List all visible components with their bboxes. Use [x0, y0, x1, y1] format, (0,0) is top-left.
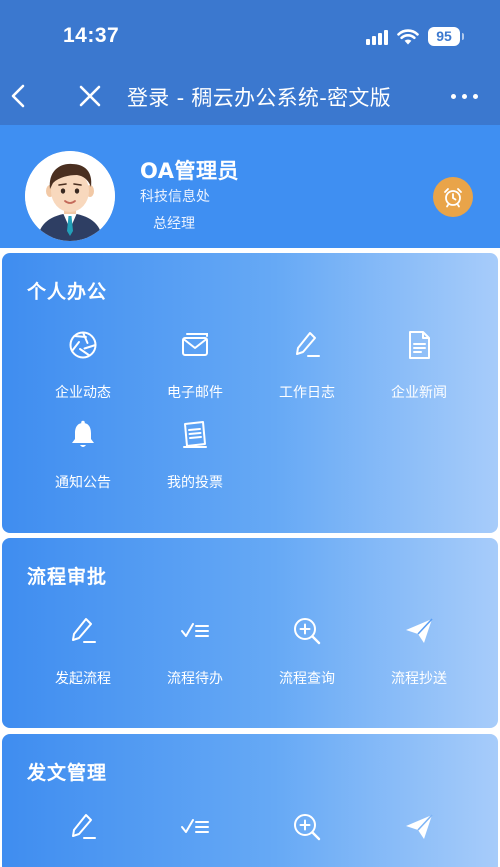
pencil-icon	[72, 814, 96, 839]
close-icon[interactable]	[77, 82, 103, 110]
menu-item-label: 流程待办	[167, 671, 223, 687]
menu-item-label: 企业新闻	[391, 385, 447, 401]
checklist-icon	[181, 623, 209, 637]
page-title: 登录 - 稠云办公系统-密文版	[127, 86, 392, 110]
search-plus-icon	[294, 618, 321, 645]
status-icons: 95	[366, 27, 464, 46]
menu-item-workflow-cc[interactable]: 流程抄送	[363, 614, 475, 688]
checklist-icon	[181, 819, 209, 833]
menu-item-my-votes[interactable]: 我的投票	[139, 418, 251, 492]
menu-item-work-log[interactable]: 工作日志	[251, 328, 363, 402]
avatar-illustration	[25, 151, 115, 241]
menu-item-workflow-search[interactable]: 流程查询	[251, 614, 363, 688]
section-workflow-approval: 流程审批 发起流程 流程待办 流程查询 流程抄送	[2, 538, 498, 728]
pencil-icon	[72, 618, 96, 643]
top-bar: 14:37 95 登录 - 稠云办公系统-密文版	[0, 0, 500, 125]
pencil-icon	[296, 332, 320, 357]
more-menu-icon[interactable]	[451, 94, 478, 99]
section-title: 流程审批	[27, 566, 108, 588]
document-icon	[409, 331, 430, 359]
profile-header: OA管理员 科技信息处 总经理	[0, 125, 500, 248]
alarm-clock-icon	[444, 188, 462, 208]
menu-item-doc-draft[interactable]	[27, 810, 139, 844]
menu-item-label: 电子邮件	[167, 385, 223, 401]
section-title: 个人办公	[27, 281, 108, 303]
clipboard-icon	[183, 421, 207, 448]
section-title: 发文管理	[27, 762, 108, 784]
user-position: 总经理	[153, 216, 195, 232]
menu-item-notices[interactable]: 通知公告	[27, 418, 139, 492]
battery-indicator: 95	[428, 27, 464, 46]
wifi-icon	[397, 28, 419, 44]
menu-item-label: 通知公告	[55, 475, 111, 491]
paper-plane-icon	[406, 814, 433, 839]
section-document-management: 发文管理	[2, 734, 498, 867]
menu-item-start-workflow[interactable]: 发起流程	[27, 614, 139, 688]
status-time: 14:37	[63, 24, 120, 47]
menu-item-label: 工作日志	[279, 385, 335, 401]
menu-item-label: 流程抄送	[391, 671, 447, 687]
menu-item-doc-todo[interactable]	[139, 810, 251, 844]
menu-item-label: 我的投票	[167, 475, 223, 491]
menu-item-company-news[interactable]: 企业新闻	[363, 328, 475, 402]
menu-item-doc-cc[interactable]	[363, 810, 475, 844]
menu-item-workflow-todo[interactable]: 流程待办	[139, 614, 251, 688]
menu-item-label: 流程查询	[279, 671, 335, 687]
signal-icon	[366, 29, 388, 45]
mail-icon	[182, 333, 208, 356]
menu-item-label: 发起流程	[55, 671, 111, 687]
section-personal-office: 个人办公 企业动态 电子邮件 工作日志 企业新闻 通知公告 我的投票	[2, 253, 498, 533]
paper-plane-icon	[406, 618, 433, 643]
aperture-icon	[69, 331, 97, 359]
back-icon[interactable]	[6, 82, 32, 110]
user-name: OA管理员	[140, 159, 240, 183]
user-department: 科技信息处	[140, 189, 210, 205]
menu-item-label: 企业动态	[55, 385, 111, 401]
menu-item-doc-search[interactable]	[251, 810, 363, 844]
avatar[interactable]	[25, 151, 115, 241]
bell-icon	[72, 420, 94, 447]
menu-item-company-updates[interactable]: 企业动态	[27, 328, 139, 402]
menu-item-email[interactable]: 电子邮件	[139, 328, 251, 402]
search-plus-icon	[294, 814, 321, 841]
alarm-button[interactable]	[433, 177, 473, 217]
